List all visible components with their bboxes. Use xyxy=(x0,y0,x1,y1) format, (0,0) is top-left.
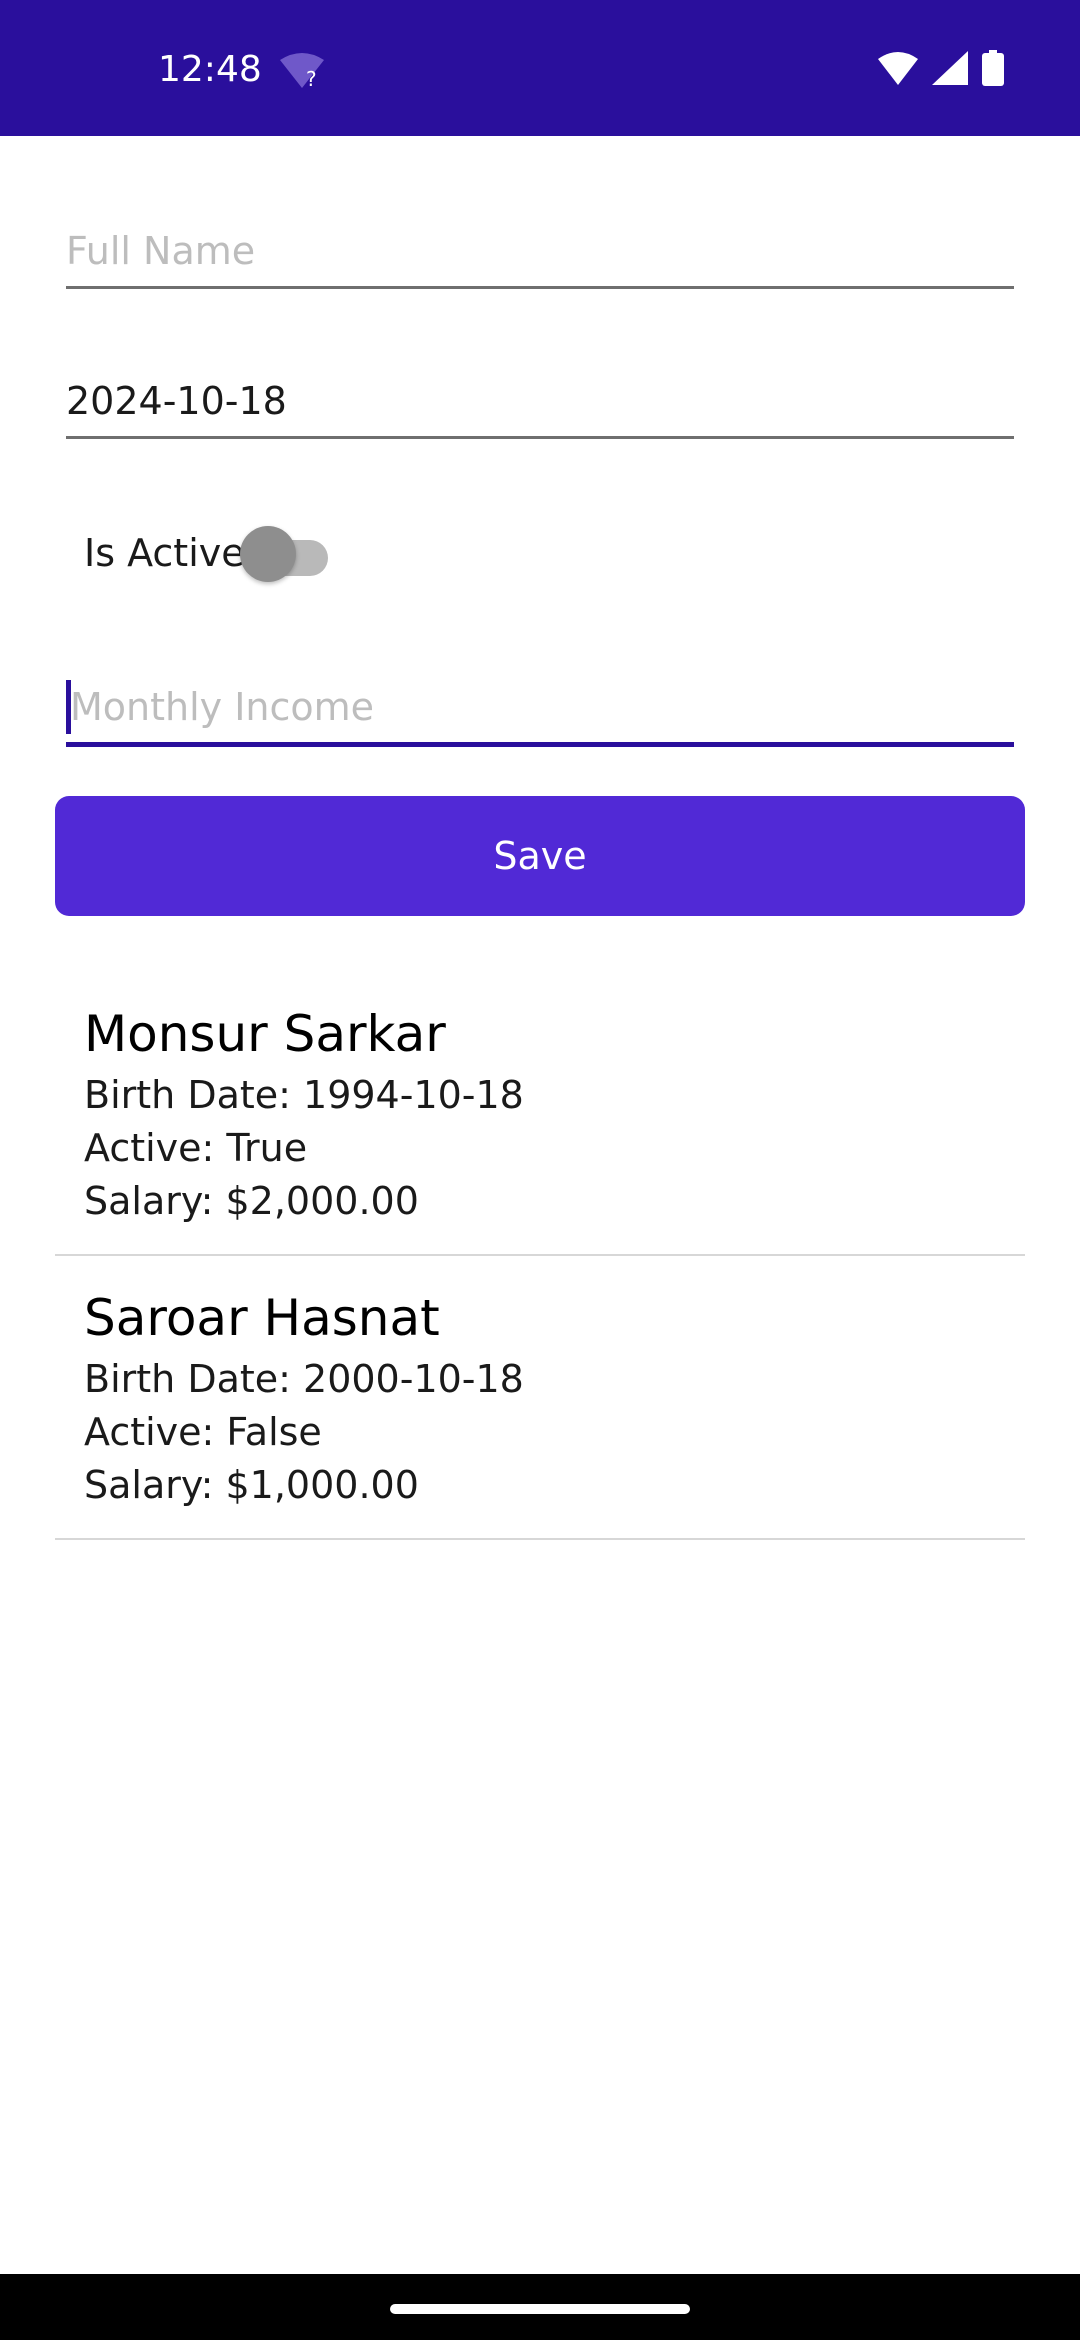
person-salary: Salary: $2,000.00 xyxy=(84,1179,419,1223)
full-name-field[interactable]: Full Name xyxy=(66,222,1014,292)
full-name-placeholder: Full Name xyxy=(66,229,256,273)
person-name: Saroar Hasnat xyxy=(84,1289,440,1347)
list-divider xyxy=(55,1254,1025,1256)
monthly-income-placeholder: Monthly Income xyxy=(70,685,375,729)
birth-date-underline xyxy=(66,436,1014,439)
switch-thumb xyxy=(240,526,296,582)
monthly-income-field[interactable]: Monthly Income xyxy=(66,678,1014,750)
status-bar: 12:48 ? xyxy=(0,0,1080,136)
status-icons xyxy=(878,50,1004,90)
battery-icon xyxy=(982,50,1004,90)
navigation-bar xyxy=(0,2274,1080,2340)
person-active: Active: True xyxy=(84,1126,308,1170)
person-birth-date: Birth Date: 1994-10-18 xyxy=(84,1073,524,1117)
svg-text:?: ? xyxy=(306,67,317,91)
birth-date-value: 2024-10-18 xyxy=(66,379,287,423)
monthly-income-underline xyxy=(66,742,1014,747)
person-salary: Salary: $1,000.00 xyxy=(84,1463,419,1507)
signal-icon xyxy=(932,51,968,89)
person-birth-date: Birth Date: 2000-10-18 xyxy=(84,1357,524,1401)
person-active: Active: False xyxy=(84,1410,322,1454)
list-divider xyxy=(55,1538,1025,1540)
wifi-icon xyxy=(878,51,918,89)
is-active-label: Is Active xyxy=(84,531,245,575)
full-name-underline xyxy=(66,286,1014,289)
list-item[interactable]: Monsur Sarkar Birth Date: 1994-10-18 Act… xyxy=(55,990,1025,1256)
list-item[interactable]: Saroar Hasnat Birth Date: 2000-10-18 Act… xyxy=(55,1274,1025,1540)
home-handle[interactable] xyxy=(390,2304,690,2314)
status-time: 12:48 xyxy=(158,49,262,90)
person-name: Monsur Sarkar xyxy=(84,1005,446,1063)
is-active-switch[interactable] xyxy=(240,526,330,582)
wifi-question-icon: ? xyxy=(278,52,326,92)
birth-date-field[interactable]: 2024-10-18 xyxy=(66,372,1014,442)
save-button[interactable]: Save xyxy=(55,796,1025,916)
